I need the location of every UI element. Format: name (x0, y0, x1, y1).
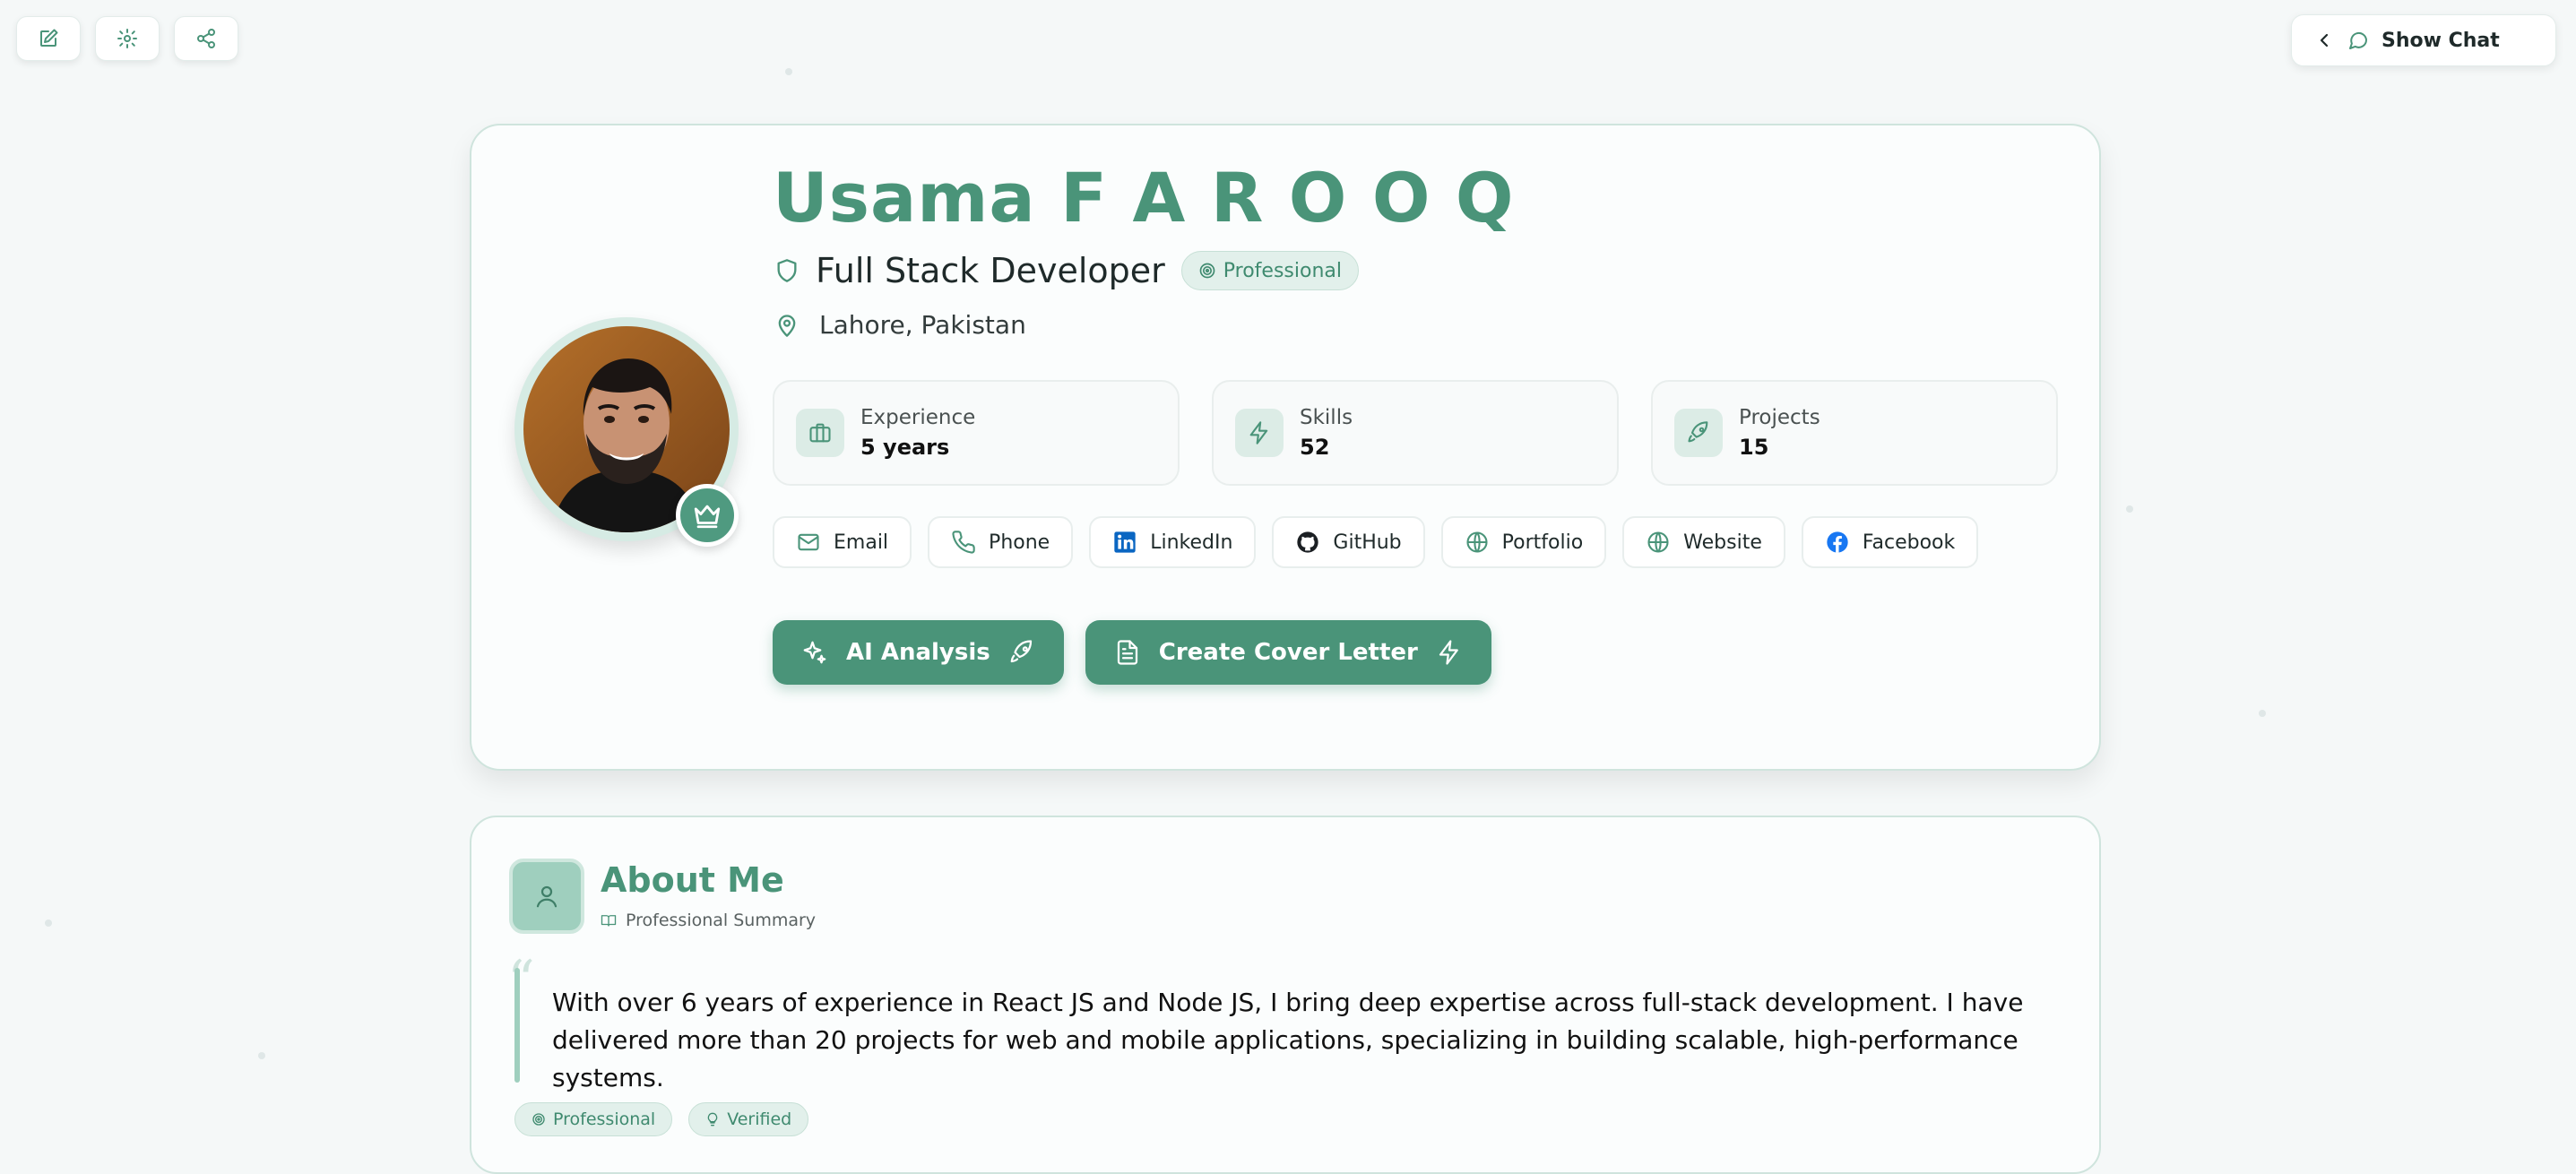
background-dot (258, 1052, 265, 1059)
stat-skills-icon-box (1235, 409, 1284, 457)
about-subtitle-row: Professional Summary (601, 911, 816, 930)
website-link-label: Website (1683, 531, 1762, 554)
about-summary: With over 6 years of experience in React… (552, 988, 2024, 1092)
ai-analysis-button[interactable]: AI Analysis (773, 620, 1064, 685)
stat-projects-icon-box (1674, 409, 1723, 457)
contact-links: Email Phone LinkedIn GitHub Portfolio We… (773, 516, 1979, 568)
linkedin-link[interactable]: LinkedIn (1089, 516, 1257, 568)
professional-badge: Professional (1180, 251, 1359, 290)
share-button[interactable] (174, 16, 238, 61)
create-cover-letter-label: Create Cover Letter (1158, 639, 1418, 666)
target-icon (532, 1113, 545, 1126)
globe-icon (1647, 531, 1669, 553)
stat-experience-label: Experience (860, 406, 976, 429)
github-icon (1297, 531, 1319, 553)
portfolio-link-label: Portfolio (1501, 531, 1584, 554)
location-text: Lahore, Pakistan (819, 310, 1026, 340)
quote-icon: “ (507, 949, 535, 1012)
facebook-link-label: Facebook (1862, 531, 1956, 554)
create-cover-letter-button[interactable]: Create Cover Letter (1085, 620, 1491, 685)
facebook-icon (1827, 531, 1848, 553)
phone-link-label: Phone (989, 531, 1050, 554)
stat-skills-value: 52 (1300, 435, 1330, 460)
action-buttons: AI Analysis Create Cover Letter (773, 620, 1491, 685)
portfolio-link[interactable]: Portfolio (1440, 516, 1607, 568)
user-icon (536, 885, 558, 908)
phone-link[interactable]: Phone (928, 516, 1074, 568)
crown-icon (694, 505, 721, 529)
stat-experience-icon-box (796, 409, 844, 457)
gear-icon (117, 29, 137, 48)
rocket-icon (1688, 421, 1708, 443)
location-row: Lahore, Pakistan (774, 310, 1026, 340)
tag-professional-label: Professional (553, 1109, 656, 1129)
settings-button[interactable] (95, 16, 160, 61)
stat-skills-label: Skills (1300, 406, 1353, 429)
edit-icon (40, 29, 58, 47)
lightning-icon (1249, 421, 1268, 445)
quote-bar (514, 968, 520, 1083)
stats-row: Experience 5 years Skills 52 Projects 15 (773, 380, 2058, 486)
github-link[interactable]: GitHub (1272, 516, 1425, 568)
background-dot (785, 68, 792, 75)
about-subtitle: Professional Summary (626, 911, 817, 930)
professional-badge-label: Professional (1223, 259, 1342, 282)
about-tags: Professional Verified (514, 1102, 809, 1136)
tag-verified-label: Verified (727, 1109, 792, 1129)
linkedin-link-label: LinkedIn (1150, 531, 1233, 554)
about-card: About Me Professional Summary “ With ove… (470, 816, 2101, 1174)
chat-bubble-icon (2349, 31, 2367, 49)
shield-icon (777, 259, 797, 282)
profile-name: Usama F A R O O Q (773, 158, 1515, 237)
email-link[interactable]: Email (773, 516, 912, 568)
role-row: Full Stack Developer Professional (774, 251, 1359, 290)
stat-projects: Projects 15 (1651, 380, 2058, 486)
target-icon (1199, 263, 1215, 279)
background-dot (2259, 710, 2266, 717)
profile-card: Usama F A R O O Q Full Stack Developer P… (470, 124, 2101, 771)
map-pin-icon (778, 314, 796, 337)
github-link-label: GitHub (1333, 531, 1402, 554)
background-dot (45, 919, 52, 927)
stat-experience: Experience 5 years (773, 380, 1180, 486)
phone-icon (952, 531, 975, 554)
background-dot (2126, 505, 2133, 513)
stat-skills: Skills 52 (1212, 380, 1619, 486)
lightbulb-icon (707, 1112, 718, 1127)
lightning-icon (1439, 640, 1458, 665)
ai-analysis-label: AI Analysis (846, 639, 990, 666)
briefcase-icon (809, 423, 831, 443)
show-chat-button[interactable]: Show Chat (2291, 14, 2556, 66)
facebook-link[interactable]: Facebook (1801, 516, 1979, 568)
show-chat-label: Show Chat (2382, 29, 2500, 52)
document-icon (1117, 640, 1137, 665)
stat-projects-label: Projects (1739, 406, 1820, 429)
linkedin-icon (1114, 531, 1136, 553)
stat-projects-value: 15 (1739, 435, 1769, 460)
globe-icon (1466, 531, 1488, 553)
sparkles-icon (803, 641, 826, 664)
mail-icon (798, 533, 819, 551)
email-link-label: Email (834, 531, 889, 554)
chevron-left-icon (2320, 33, 2329, 47)
share-icon (197, 29, 215, 48)
tag-verified: Verified (688, 1102, 809, 1136)
role-title: Full Stack Developer (816, 251, 1165, 290)
about-title: About Me (601, 860, 784, 900)
website-link[interactable]: Website (1622, 516, 1785, 568)
rocket-icon (1010, 640, 1032, 663)
stat-experience-value: 5 years (860, 435, 950, 460)
edit-button[interactable] (16, 16, 81, 61)
about-icon-box (509, 859, 584, 934)
top-toolbar (16, 16, 238, 61)
crown-badge (676, 484, 739, 547)
book-icon (601, 915, 617, 927)
tag-professional: Professional (514, 1102, 673, 1136)
